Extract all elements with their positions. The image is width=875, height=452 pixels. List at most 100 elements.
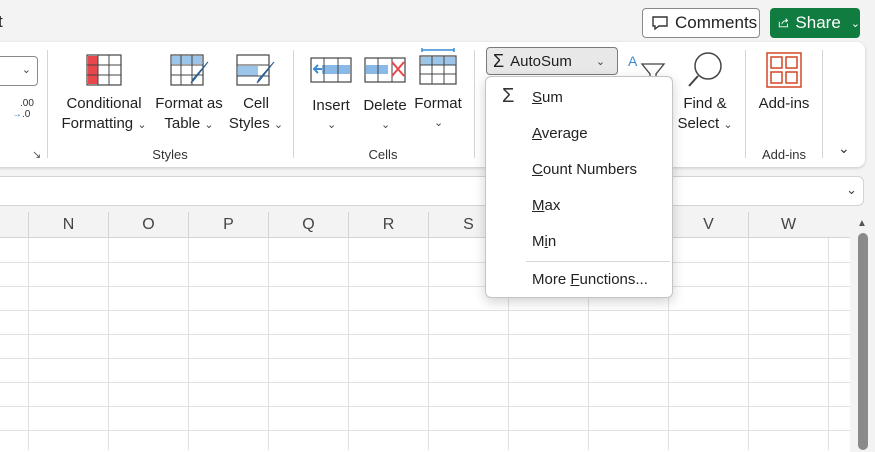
group-separator — [745, 50, 746, 158]
delete-label: Delete — [363, 97, 407, 114]
decrease-decimal-icon[interactable]: .00 →.0 — [12, 98, 36, 122]
magnifier-icon — [688, 52, 722, 87]
chevron-down-icon: ⌄ — [723, 119, 733, 131]
insert-cells-button[interactable]: Insert ⌄ — [306, 52, 356, 134]
menu-item-average[interactable]: Average — [532, 125, 588, 142]
cells-group-label: Cells — [368, 147, 398, 162]
delete-cells-button[interactable]: Delete ⌄ — [360, 52, 410, 134]
format-as-table-icon — [170, 54, 209, 86]
formula-bar[interactable]: ⌄ — [0, 176, 864, 206]
chevron-down-icon: ⌄ — [21, 64, 31, 76]
autosum-button[interactable]: Σ AutoSum ⌄ — [486, 47, 618, 75]
menu-item-prefix: M — [532, 233, 545, 250]
conditional-formatting-button[interactable]: Conditional Formatting ⌄ — [58, 52, 150, 134]
cell-styles-button[interactable]: Cell Styles ⌄ — [228, 52, 284, 134]
share-icon — [778, 18, 789, 28]
menu-item-mnemonic: S — [532, 89, 543, 106]
column-header-o[interactable]: O — [108, 212, 188, 238]
expand-formula-bar-chevron-icon[interactable]: ⌄ — [846, 182, 857, 198]
sigma-icon: Σ — [502, 85, 515, 107]
menu-item-mnemonic: F — [570, 271, 580, 288]
cell-styles-icon — [236, 54, 275, 86]
column-header-v[interactable]: V — [668, 212, 748, 238]
grid-line — [428, 238, 429, 450]
vertical-scrollbar-thumb[interactable] — [858, 233, 868, 450]
find-select-label-1: Find & — [683, 95, 727, 112]
chevron-down-icon: ⌄ — [204, 119, 214, 131]
chevron-down-icon[interactable]: ⌄ — [851, 17, 860, 30]
worksheet-grid[interactable] — [0, 212, 850, 452]
ribbon-collapse-chevron-icon[interactable]: ⌄ — [838, 140, 850, 157]
grid-line — [748, 238, 749, 450]
menu-item-more-functions[interactable]: More Functions... — [532, 271, 648, 288]
menu-item-count-numbers[interactable]: Count Numbers — [532, 161, 637, 178]
chevron-down-icon: ⌄ — [434, 117, 444, 129]
menu-item-suffix: ax — [544, 197, 561, 214]
number-format-dropdown[interactable]: ⌄ — [0, 56, 38, 86]
grid-line — [0, 382, 850, 383]
menu-item-suffix: verage — [541, 125, 588, 142]
grid-line — [268, 238, 269, 450]
menu-item-suffix: unctions... — [579, 271, 648, 288]
grid-line — [828, 238, 829, 450]
menu-item-sum[interactable]: Sum — [532, 89, 563, 106]
add-ins-group-label: Add-ins — [761, 147, 807, 162]
grid-line — [28, 238, 29, 450]
chevron-down-icon: ⌄ — [327, 119, 337, 131]
format-as-table-button[interactable]: Format as Table ⌄ — [153, 52, 225, 134]
menu-item-max[interactable]: Max — [532, 197, 560, 214]
grid-line — [188, 238, 189, 450]
delete-cells-icon — [364, 57, 406, 83]
grid-line — [108, 238, 109, 450]
sigma-icon: Σ — [493, 51, 505, 71]
column-header-w[interactable]: W — [748, 212, 828, 238]
find-select-button[interactable]: Find & Select ⌄ — [674, 52, 736, 134]
format-cells-button[interactable]: Format ⌄ — [412, 48, 464, 134]
format-as-table-label-2: Table — [164, 115, 201, 132]
column-header-r[interactable]: R — [348, 212, 428, 238]
column-header-n[interactable]: N — [28, 212, 108, 238]
autosum-label: AutoSum — [510, 52, 572, 70]
comments-button[interactable]: Comments — [642, 8, 760, 38]
menu-item-min[interactable]: Min — [532, 233, 556, 250]
menu-item-suffix: n — [547, 233, 557, 250]
group-separator — [47, 50, 48, 158]
menu-item-mnemonic: A — [532, 125, 542, 142]
grid-line — [0, 286, 850, 287]
grid-line — [0, 358, 850, 359]
styles-group-label: Styles — [152, 147, 188, 162]
group-separator — [293, 50, 294, 158]
cell-styles-label-1: Cell — [243, 95, 269, 112]
column-header-q[interactable]: Q — [268, 212, 348, 238]
comment-icon — [652, 16, 668, 31]
group-separator — [822, 50, 823, 158]
window-title: t — [0, 12, 3, 31]
grid-line — [0, 406, 850, 407]
add-ins-icon — [766, 52, 802, 88]
grid-line — [0, 310, 850, 311]
dialog-launcher-icon[interactable]: ↘ — [32, 148, 41, 161]
chevron-down-icon: ⌄ — [595, 55, 606, 68]
grid-line — [348, 238, 349, 450]
format-label: Format — [414, 95, 462, 112]
add-ins-label: Add-ins — [758, 95, 810, 112]
cell-styles-label-2: Styles — [228, 115, 270, 132]
menu-item-suffix: um — [542, 89, 563, 106]
format-cells-icon — [419, 48, 457, 85]
insert-cells-icon — [310, 57, 352, 83]
comments-label: Comments — [675, 13, 758, 32]
share-button[interactable]: Share ⌄ — [770, 8, 860, 38]
scroll-up-arrow-icon[interactable]: ▲ — [857, 218, 867, 229]
column-header-row: N O P Q R S T U V W — [0, 212, 850, 238]
menu-separator — [526, 261, 670, 262]
chevron-down-icon: ⌄ — [381, 119, 391, 131]
insert-label: Insert — [312, 97, 350, 114]
chevron-down-icon: ⌄ — [273, 119, 284, 131]
add-ins-button[interactable]: Add-ins — [752, 52, 816, 134]
grid-line — [0, 430, 850, 431]
conditional-formatting-label-2: Formatting — [61, 115, 134, 132]
column-header-p[interactable]: P — [188, 212, 268, 238]
grid-line — [0, 334, 850, 335]
conditional-formatting-icon — [86, 54, 122, 86]
conditional-formatting-label-1: Conditional — [66, 95, 142, 112]
